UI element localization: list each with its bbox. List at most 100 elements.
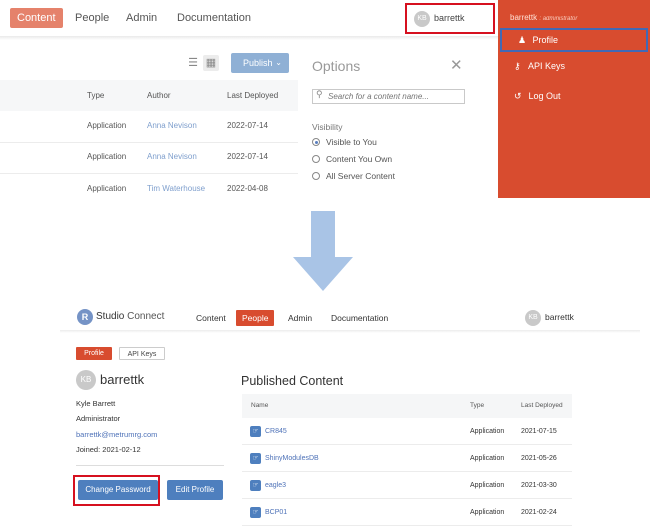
- publish-label: Publish: [243, 58, 273, 68]
- tab-people[interactable]: People: [236, 310, 275, 326]
- app-icon: ☞: [250, 426, 261, 437]
- cell-deployed: 2021-07-15: [521, 428, 557, 435]
- radio-label: Visible to You: [326, 137, 377, 147]
- radio-icon: [312, 172, 320, 180]
- menu-item-label: Profile: [532, 35, 559, 45]
- tab-admin[interactable]: Admin: [126, 8, 157, 28]
- cell-author[interactable]: Anna Nevison: [147, 121, 197, 130]
- user-menu-toggle[interactable]: KB barrettk: [405, 3, 495, 34]
- column-header-last-deployed[interactable]: Last Deployed: [227, 91, 278, 100]
- logo-mark: R: [77, 309, 93, 325]
- table-row[interactable]: ☞ eagle3 Application 2021-03-30: [242, 472, 572, 499]
- tab-documentation[interactable]: Documentation: [177, 8, 251, 28]
- menu-item-profile[interactable]: ♟ Profile: [500, 28, 648, 52]
- table-row[interactable]: ☞ BCP01 Application 2021-02-24: [242, 499, 572, 526]
- logo-text-bold: Studio: [96, 311, 125, 322]
- options-title: Options: [312, 58, 361, 74]
- radio-content-you-own[interactable]: Content You Own: [312, 154, 392, 164]
- profile-username: barrettk: [100, 372, 145, 387]
- tab-documentation[interactable]: Documentation: [331, 310, 388, 326]
- content-name-link[interactable]: CR845: [265, 428, 287, 435]
- content-name-link[interactable]: ShinyModulesDB: [265, 455, 319, 462]
- cell-deployed: 2021-02-24: [521, 509, 557, 516]
- profile-full-name: Kyle Barrett: [76, 399, 116, 408]
- cell-type: Application: [470, 509, 505, 516]
- tab-profile[interactable]: Profile: [76, 347, 112, 360]
- menu-role: administrator: [542, 16, 578, 22]
- row-divider: [0, 142, 298, 143]
- app-icon: ☞: [250, 453, 261, 464]
- cell-type: Application: [470, 428, 505, 435]
- avatar: KB: [76, 370, 96, 390]
- cell-deployed: 2022-04-08: [227, 184, 268, 193]
- cell-type: Application: [470, 482, 505, 489]
- content-name-link[interactable]: BCP01: [265, 509, 287, 516]
- avatar[interactable]: KB: [525, 310, 541, 326]
- column-header-author[interactable]: Author: [147, 91, 171, 100]
- top-screenshot: Content People Admin Documentation KB ba…: [0, 0, 650, 200]
- cell-deployed: 2021-03-30: [521, 482, 557, 489]
- cell-deployed: 2021-05-26: [521, 455, 557, 462]
- cell-deployed: 2022-07-14: [227, 121, 268, 130]
- content-search: ⚲: [312, 89, 465, 104]
- change-password-button[interactable]: Change Password: [78, 480, 158, 500]
- menu-item-label: Log Out: [528, 91, 561, 101]
- row-divider: [0, 173, 298, 174]
- search-input[interactable]: [328, 92, 462, 101]
- profile-role: Administrator: [76, 414, 121, 423]
- cell-author[interactable]: Tim Waterhouse: [147, 184, 205, 193]
- radio-visible-to-you[interactable]: Visible to You: [312, 137, 377, 147]
- column-header-type[interactable]: Type: [87, 91, 104, 100]
- logout-icon: ↺: [514, 91, 522, 101]
- cell-type: Application: [87, 121, 127, 130]
- key-icon: ⚷: [514, 61, 521, 71]
- cell-type: Application: [87, 184, 127, 193]
- column-header-last-deployed[interactable]: Last Deployed: [521, 402, 563, 409]
- navbar-shadow: [0, 36, 498, 40]
- column-header-name[interactable]: Name: [251, 402, 268, 409]
- list-view-icon[interactable]: ☰: [185, 55, 201, 71]
- down-arrow-icon: [293, 211, 353, 291]
- table-header: Type Author Last Deployed: [0, 80, 298, 111]
- user-icon: ♟: [518, 35, 527, 45]
- app-icon: ☞: [250, 507, 261, 518]
- content-name-link[interactable]: eagle3: [265, 482, 286, 489]
- profile-joined-date: Joined: 2021-02-12: [76, 445, 141, 454]
- bottom-screenshot: R Studio Connect Content People Admin Do…: [60, 300, 640, 528]
- cell-author[interactable]: Anna Nevison: [147, 152, 197, 161]
- radio-label: All Server Content: [326, 171, 395, 181]
- tab-admin[interactable]: Admin: [288, 310, 312, 326]
- cell-deployed: 2022-07-14: [227, 152, 268, 161]
- edit-profile-button[interactable]: Edit Profile: [167, 480, 223, 500]
- visibility-label: Visibility: [312, 122, 343, 132]
- menu-item-label: API Keys: [528, 61, 566, 71]
- username-label[interactable]: barrettk: [545, 312, 574, 322]
- divider: [76, 465, 224, 466]
- close-icon[interactable]: ✕: [450, 56, 463, 74]
- avatar: KB: [414, 11, 430, 27]
- cell-type: Application: [87, 152, 127, 161]
- radio-selected-icon: [312, 138, 320, 146]
- column-header-type[interactable]: Type: [470, 402, 484, 409]
- logo-text-rest: Connect: [124, 311, 165, 322]
- menu-item-log-out[interactable]: ↺ Log Out: [498, 84, 650, 108]
- menu-username: barrettk: [510, 13, 538, 22]
- logo-text: Studio Connect: [96, 311, 164, 322]
- navbar-shadow: [60, 330, 640, 333]
- user-dropdown-menu: barrettk : administrator ♟ Profile ⚷ API…: [498, 0, 650, 198]
- radio-all-server-content[interactable]: All Server Content: [312, 171, 395, 181]
- tab-content[interactable]: Content: [196, 310, 226, 326]
- tab-people[interactable]: People: [75, 8, 109, 28]
- grid-view-icon[interactable]: ▦: [203, 55, 219, 71]
- tab-content[interactable]: Content: [10, 8, 63, 28]
- table-header: Name Type Last Deployed: [242, 394, 572, 418]
- publish-button[interactable]: Publish ⌄: [231, 53, 289, 73]
- radio-icon: [312, 155, 320, 163]
- published-content-title: Published Content: [241, 374, 344, 388]
- table-row[interactable]: ☞ ShinyModulesDB Application 2021-05-26: [242, 445, 572, 472]
- table-row[interactable]: ☞ CR845 Application 2021-07-15: [242, 418, 572, 445]
- menu-item-api-keys[interactable]: ⚷ API Keys: [498, 54, 650, 78]
- profile-email[interactable]: barrettk@metrumrg.com: [76, 430, 157, 439]
- tab-api-keys[interactable]: API Keys: [119, 347, 165, 360]
- search-icon: ⚲: [316, 89, 323, 99]
